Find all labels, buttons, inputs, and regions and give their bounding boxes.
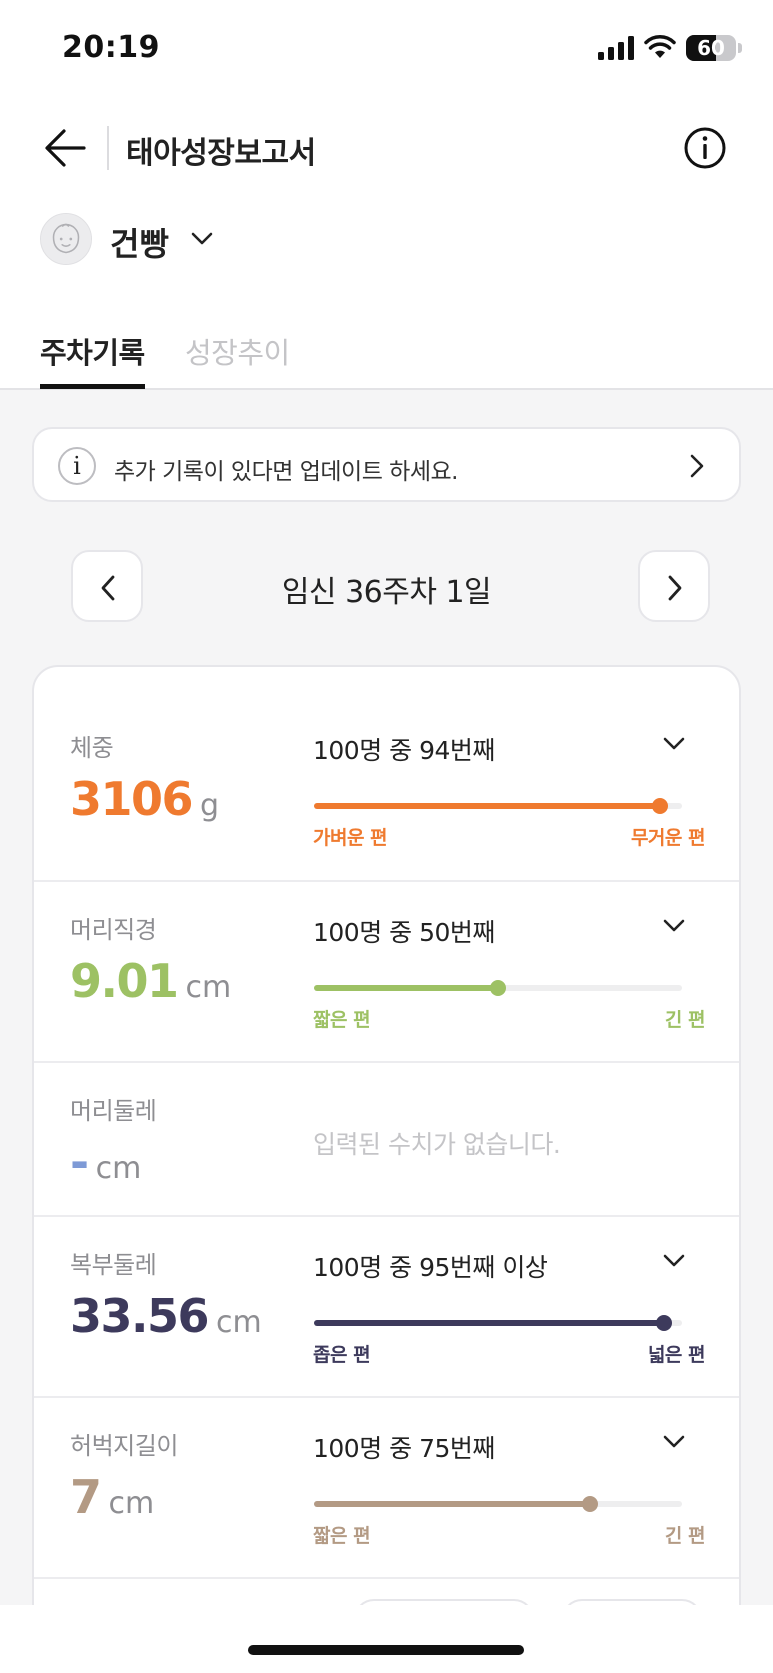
scale-left-label: 짧은 편 [313, 1009, 371, 1031]
percentile-knob [655, 1315, 672, 1331]
notice-text: 추가 기록이 있다면 업데이트 하세요. [114, 459, 458, 485]
metric-value: 9.01 cm [70, 954, 231, 1008]
metric-rank: 100명 중 94번째 [313, 736, 495, 765]
battery-icon: 60 [686, 35, 736, 61]
metric-rank: 100명 중 75번째 [313, 1434, 495, 1463]
scale-right-label: 무거운 편 [630, 827, 706, 849]
percentile-knob [582, 1496, 598, 1512]
no-value-message: 입력된 수치가 없습니다. [313, 1130, 561, 1159]
percentile-track [314, 798, 682, 814]
metric-label: 머리둘레 [70, 1097, 157, 1125]
percentile-knob [651, 798, 668, 814]
metric-number: - [70, 1135, 89, 1189]
measurement-card: 체중 3106 g 100명 중 94번째 가벼운 편 무거운 편 머리직경 9.… [32, 665, 741, 1673]
status-time: 20:19 [62, 30, 160, 65]
cellular-signal-icon [598, 36, 634, 60]
update-notice-banner[interactable]: i 추가 기록이 있다면 업데이트 하세요. [32, 427, 741, 502]
scale-right-label: 긴 편 [664, 1009, 706, 1031]
metric-row-head-circumference[interactable]: 머리둘레 - cm 입력된 수치가 없습니다. [34, 1063, 739, 1217]
metric-row-weight[interactable]: 체중 3106 g 100명 중 94번째 가벼운 편 무거운 편 [34, 667, 739, 882]
metric-label: 허벅지길이 [70, 1432, 178, 1460]
metric-number: 9.01 [70, 954, 179, 1008]
metric-unit: cm [185, 970, 232, 1005]
metric-row-abdominal-circumference[interactable]: 복부둘레 33.56 cm 100명 중 95번째 이상 좁은 편 넓은 편 [34, 1217, 739, 1398]
back-arrow-icon[interactable] [40, 122, 92, 174]
metric-label: 복부둘레 [70, 1251, 157, 1279]
metric-value: 3106 g [70, 772, 219, 826]
home-indicator[interactable] [248, 1645, 524, 1655]
bottom-safe-area [0, 1605, 773, 1673]
scale-left-label: 좁은 편 [313, 1344, 371, 1366]
tab-weekly-record[interactable]: 주차기록 [40, 330, 145, 372]
percentile-fill [314, 1320, 664, 1326]
percentile-track [314, 1315, 682, 1331]
next-week-button[interactable] [638, 550, 710, 622]
metric-value: 33.56 cm [70, 1289, 262, 1343]
top-section: 20:19 60 태아성장보고서 건빵 주차기록 성장추이 [0, 0, 773, 390]
percentile-fill [314, 1501, 590, 1507]
metric-unit: cm [216, 1305, 262, 1340]
metric-number: 33.56 [70, 1289, 210, 1343]
metric-row-head-diameter[interactable]: 머리직경 9.01 cm 100명 중 50번째 짧은 편 긴 편 [34, 882, 739, 1063]
scale-left-label: 가벼운 편 [313, 827, 388, 849]
chevron-down-icon[interactable] [662, 1433, 686, 1449]
metric-rank: 100명 중 95번째 이상 [313, 1253, 548, 1282]
wifi-icon [644, 35, 676, 58]
battery-tip [738, 43, 742, 53]
metric-unit: cm [95, 1151, 142, 1186]
metric-label: 체중 [70, 734, 114, 762]
info-icon: i [58, 447, 96, 485]
tab-active-indicator [40, 384, 145, 389]
chevron-right-icon [690, 454, 704, 478]
metric-unit: g [200, 788, 220, 823]
metric-unit: cm [108, 1486, 155, 1521]
scale-left-label: 짧은 편 [313, 1525, 371, 1547]
chevron-down-icon[interactable] [662, 735, 686, 751]
header-divider [107, 126, 109, 170]
page-title: 태아성장보고서 [126, 136, 316, 171]
percentile-knob [490, 980, 506, 996]
percentile-track [314, 1496, 682, 1512]
chevron-down-icon[interactable] [190, 230, 214, 246]
baby-name[interactable]: 건빵 [110, 219, 169, 265]
chevron-right-icon [668, 575, 682, 601]
percentile-track [314, 980, 682, 996]
metric-number: 7 [70, 1470, 102, 1524]
chevron-down-icon[interactable] [662, 1252, 686, 1268]
metric-value: 7 cm [70, 1470, 154, 1524]
metric-number: 3106 [70, 772, 194, 826]
metric-row-femur-length[interactable]: 허벅지길이 7 cm 100명 중 75번째 짧은 편 긴 편 [34, 1398, 739, 1579]
scale-right-label: 넓은 편 [647, 1344, 706, 1366]
chevron-down-icon[interactable] [662, 917, 686, 933]
battery-percent: 60 [697, 36, 725, 60]
metric-rank: 100명 중 50번째 [313, 918, 495, 947]
metric-value: - cm [70, 1135, 141, 1189]
info-icon[interactable] [683, 126, 727, 170]
scale-right-label: 긴 편 [664, 1525, 706, 1547]
tab-growth-trend[interactable]: 성장추이 [185, 330, 290, 372]
metric-label: 머리직경 [70, 916, 157, 944]
percentile-fill [314, 985, 498, 991]
percentile-fill [314, 803, 660, 809]
baby-face-icon [40, 213, 92, 265]
